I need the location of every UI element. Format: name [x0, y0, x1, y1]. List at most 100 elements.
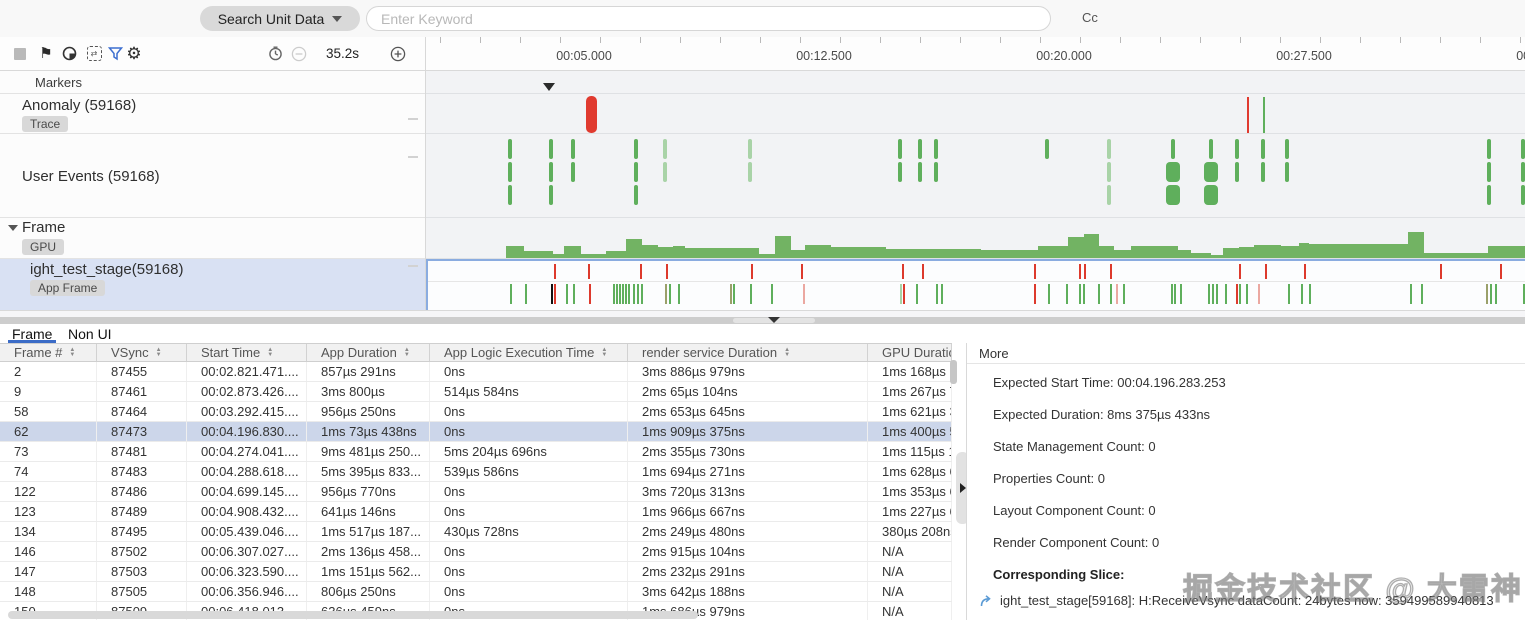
frame-duration-bar: [981, 250, 1038, 258]
app-frame-track[interactable]: [426, 259, 1525, 311]
table-row[interactable]: 146 87502 00:06.307.027.... 2ms 136µs 458..…: [0, 542, 952, 562]
zoom-out-button[interactable]: [288, 37, 310, 70]
track-label-anomaly[interactable]: Anomaly (59168) Trace: [0, 94, 425, 134]
track-label-frame[interactable]: Frame GPU: [0, 218, 425, 259]
track-label-app-frame[interactable]: ight_test_stage(59168) App Frame: [0, 259, 425, 311]
row-grip[interactable]: [408, 156, 418, 158]
row-grip[interactable]: [408, 265, 418, 267]
column-header-label: App Duration: [321, 345, 397, 360]
ruler-tick: [840, 37, 841, 43]
row-grip[interactable]: [408, 118, 418, 120]
track-canvas[interactable]: [425, 70, 1525, 317]
anomaly-mark[interactable]: [586, 96, 597, 133]
table-cell: 0ns: [430, 542, 628, 561]
trace-marker-icon[interactable]: [543, 83, 555, 91]
match-case-toggle[interactable]: Cc: [1082, 10, 1098, 25]
expected-vsync-mark: [640, 264, 642, 279]
table-cell: N/A: [868, 602, 952, 620]
table-row[interactable]: 73 87481 00:04.274.041.... 9ms 481µs 250...…: [0, 442, 952, 462]
column-header[interactable]: GPU Duration: [868, 344, 952, 361]
track-label-user-events[interactable]: User Events (59168): [0, 134, 425, 218]
table-row[interactable]: 122 87486 00:04.699.145.... 956µs 770ns 0ns 3…: [0, 482, 952, 502]
table-cell: 1ms 168µs 2: [868, 362, 952, 381]
table-cell: 00:04.196.830....: [187, 422, 307, 441]
table-row[interactable]: 9 87461 00:02.873.426.... 3ms 800µs 514µs 58…: [0, 382, 952, 402]
search-unit-dropdown[interactable]: Search Unit Data: [200, 6, 360, 31]
reset-zoom-button[interactable]: [264, 37, 286, 70]
stop-capture-button[interactable]: [10, 37, 30, 70]
zoom-in-button[interactable]: [387, 37, 409, 70]
table-cell: 2ms 65µs 104ns: [628, 382, 868, 401]
frame-duration-bar: [1223, 248, 1239, 258]
ruler-tick: [1400, 37, 1401, 43]
anomaly-mark[interactable]: [1263, 97, 1265, 133]
column-header-label: GPU Duration: [882, 345, 951, 360]
expected-vsync-mark: [554, 264, 556, 279]
app-frame-slice-mark: [1216, 284, 1218, 304]
sort-icon[interactable]: [404, 348, 410, 358]
table-cell: 539µs 586ns: [430, 462, 628, 481]
column-header[interactable]: VSync: [97, 344, 187, 361]
user-event-mark: [1235, 162, 1239, 182]
ruler-tick: [520, 37, 521, 43]
table-row[interactable]: 2 87455 00:02.821.471.... 857µs 291ns 0ns 3ms…: [0, 362, 952, 382]
app-frame-slice-mark: [589, 284, 591, 304]
sort-icon[interactable]: [156, 348, 162, 358]
table-cell: 134: [0, 522, 97, 541]
table-row[interactable]: 123 87489 00:04.908.432.... 641µs 146ns 0ns 1…: [0, 502, 952, 522]
select-range-button[interactable]: ⇄: [82, 37, 106, 70]
table-row[interactable]: 74 87483 00:04.288.618.... 5ms 395µs 833...…: [0, 462, 952, 482]
table-cell: 1ms 621µs 35: [868, 402, 952, 421]
settings-button[interactable]: ⚙: [122, 37, 146, 70]
anomaly-track[interactable]: [426, 94, 1525, 134]
app-frame-slice-mark: [1301, 284, 1303, 304]
column-header[interactable]: App Logic Execution Time: [430, 344, 628, 361]
sort-icon[interactable]: [601, 348, 607, 358]
table-cell: 2ms 136µs 458...: [307, 542, 430, 561]
table-row[interactable]: 134 87495 00:05.439.046.... 1ms 517µs 187..…: [0, 522, 952, 542]
gpu-frame-chart[interactable]: [426, 218, 1525, 259]
gear-icon: ⚙: [126, 44, 142, 63]
anomaly-mark[interactable]: [1247, 97, 1249, 133]
column-header[interactable]: render service Duration: [628, 344, 868, 361]
table-cell: 1ms 267µs 70: [868, 382, 952, 401]
table-cell: 87483: [97, 462, 187, 481]
column-header[interactable]: Start Time: [187, 344, 307, 361]
flag-button[interactable]: ⚑: [36, 37, 56, 70]
collapse-triangle-icon[interactable]: [8, 225, 18, 231]
sort-icon[interactable]: [69, 348, 75, 358]
panel-divider[interactable]: [0, 317, 1525, 324]
track-label-markers[interactable]: Markers: [0, 71, 425, 94]
table-cell: 0ns: [430, 582, 628, 601]
ruler-tick: [480, 37, 481, 43]
column-header[interactable]: Frame #: [0, 344, 97, 361]
markers-track[interactable]: [426, 71, 1525, 94]
ruler-tick: [1480, 37, 1481, 43]
user-event-mark: [1521, 185, 1525, 205]
detail-item: Expected Duration: 8ms 375µs 433ns: [993, 407, 1211, 422]
ruler-tick: [800, 37, 801, 43]
sort-icon[interactable]: [784, 348, 790, 358]
user-events-track[interactable]: [426, 134, 1525, 218]
table-cell: 1ms 353µs 64: [868, 482, 952, 501]
keyword-input[interactable]: [366, 6, 1051, 31]
app-frame-slice-mark: [1034, 284, 1036, 304]
user-event-mark: [508, 162, 512, 182]
table-body: 2 87455 00:02.821.471.... 857µs 291ns 0ns 3ms…: [0, 362, 952, 620]
jump-to-slice-icon[interactable]: [979, 594, 993, 608]
ruler-label: 00:20.000: [1036, 49, 1092, 63]
column-header[interactable]: App Duration: [307, 344, 430, 361]
tab-non-ui[interactable]: Non UI: [68, 326, 112, 342]
table-row[interactable]: 147 87503 00:06.323.590.... 1ms 151µs 562..…: [0, 562, 952, 582]
stop-icon: [14, 47, 26, 60]
table-row[interactable]: 62 87473 00:04.196.830.... 1ms 73µs 438ns 0n…: [0, 422, 952, 442]
navigate-button[interactable]: [58, 37, 80, 70]
timeline-ruler[interactable]: 00:05.000 00:12.500 00:20.000 00:27.500 00:3…: [425, 37, 1525, 70]
table-row[interactable]: 148 87505 00:06.356.946.... 806µs 250ns 0ns 3…: [0, 582, 952, 602]
table-row[interactable]: 58 87464 00:03.292.415.... 956µs 250ns 0ns 2m…: [0, 402, 952, 422]
vertical-scrollbar[interactable]: [950, 360, 957, 384]
frame-duration-bar: [805, 245, 831, 258]
horizontal-scrollbar[interactable]: [8, 611, 698, 619]
sort-icon[interactable]: [267, 348, 273, 358]
ruler-label: 00:05.000: [556, 49, 612, 63]
